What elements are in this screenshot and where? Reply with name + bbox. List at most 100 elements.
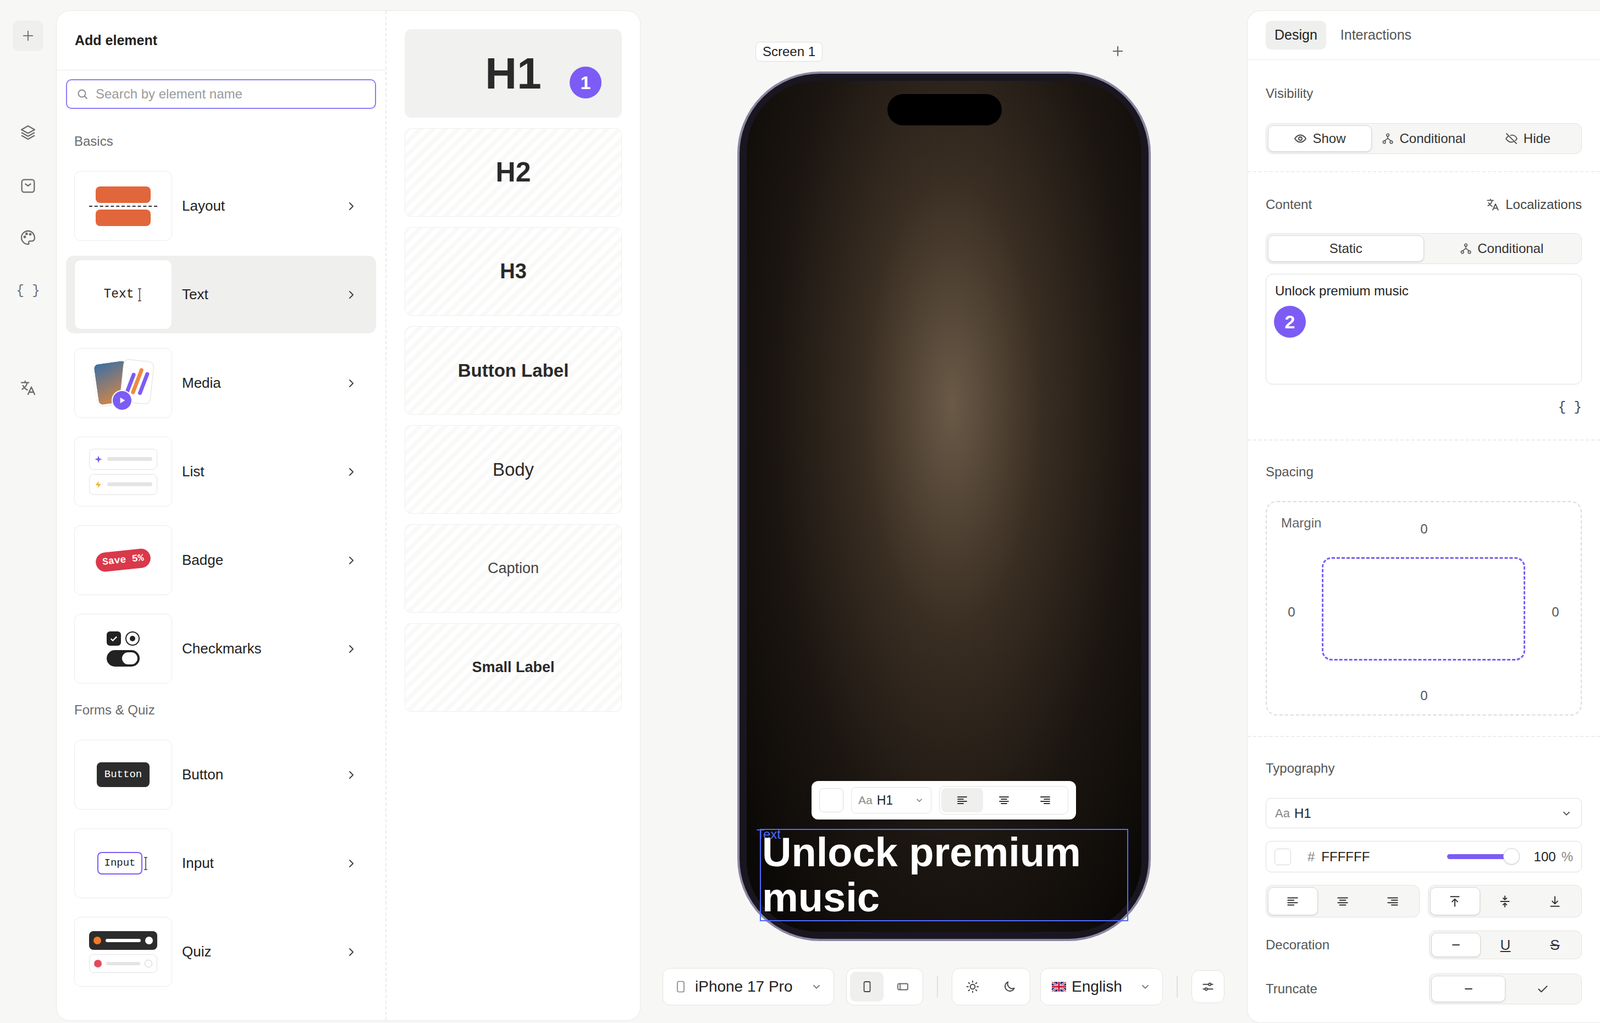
paywall-icon[interactable]	[19, 177, 37, 195]
element-row[interactable]: Quiz	[65, 912, 377, 991]
language-select[interactable]: English	[1040, 967, 1163, 1006]
element-row[interactable]: Media	[65, 344, 377, 422]
variables-button[interactable]: { }	[1558, 397, 1582, 412]
decoration-label: Decoration	[1265, 934, 1330, 955]
visibility-option[interactable]: Hide	[1475, 125, 1580, 152]
align-left-button[interactable]	[941, 787, 984, 813]
screen-label[interactable]: Screen 1	[755, 41, 823, 62]
decoration-button[interactable]: U	[1480, 932, 1531, 957]
search-input[interactable]	[95, 84, 367, 104]
chevron-right-icon	[344, 768, 358, 782]
align-middle-button[interactable]	[1480, 886, 1531, 915]
element-row[interactable]: InputInput	[65, 824, 377, 902]
preview-settings-button[interactable]	[1191, 969, 1225, 1003]
layers-icon[interactable]	[19, 123, 37, 142]
portrait-button[interactable]	[850, 971, 884, 1002]
text-style-label: Body	[492, 455, 534, 484]
thumb-button: Button	[96, 762, 150, 787]
chevron-down-icon	[810, 980, 823, 993]
text-style-card[interactable]: Button Label	[404, 326, 622, 415]
element-row[interactable]: Layout	[65, 167, 377, 245]
align-right-button[interactable]	[1367, 886, 1418, 915]
content-mode-option[interactable]: Conditional	[1424, 235, 1581, 262]
text-cursor-icon	[136, 287, 143, 302]
search-field[interactable]	[65, 79, 377, 109]
text-style-card[interactable]: H11	[404, 29, 622, 118]
dark-theme-button[interactable]	[992, 971, 1028, 1002]
content-textarea[interactable]: Unlock premium music 2	[1265, 273, 1582, 385]
element-row[interactable]: TextText	[65, 255, 377, 334]
element-row[interactable]: Save 5%Badge	[65, 521, 377, 599]
align-top-button[interactable]	[1430, 886, 1481, 915]
chevron-right-icon	[344, 288, 358, 302]
content-mode-option[interactable]: Static	[1267, 235, 1425, 262]
style-dropdown[interactable]: Aa H1	[851, 786, 932, 814]
element-label: Input	[181, 852, 214, 874]
text-cursor-icon	[142, 856, 150, 871]
text-style-card[interactable]: Small Label	[404, 622, 622, 712]
margin-right-value[interactable]: 0	[1549, 602, 1561, 622]
chevron-right-icon	[344, 642, 358, 656]
element-label: Media	[181, 372, 222, 394]
truncate-label: Truncate	[1265, 978, 1318, 999]
theme-group	[951, 967, 1031, 1006]
landscape-icon	[895, 979, 910, 993]
device-select[interactable]: iPhone 17 Pro	[662, 967, 835, 1006]
element-row[interactable]: Checkmarks	[65, 609, 377, 688]
decoration-button[interactable]	[1431, 932, 1481, 957]
decoration-kind	[1449, 938, 1463, 952]
vertical-align-group	[1427, 884, 1582, 918]
translate-icon[interactable]	[19, 378, 37, 397]
align-center-button[interactable]	[1317, 886, 1368, 915]
typography-style-dropdown[interactable]: Aa H1	[1265, 797, 1582, 829]
add-screen-icon[interactable]	[1110, 43, 1126, 59]
inspector-tab[interactable]: Interactions	[1331, 20, 1421, 50]
palette-icon[interactable]	[19, 228, 37, 247]
light-theme-button[interactable]	[955, 971, 991, 1002]
variables-button[interactable]: { }	[15, 282, 40, 300]
visibility-option[interactable]: Conditional	[1371, 125, 1476, 152]
text-style-card[interactable]: Body	[404, 425, 622, 514]
truncate-on-button[interactable]	[1505, 975, 1580, 1002]
text-style-card[interactable]: H3	[404, 227, 622, 316]
truncate-off-button[interactable]	[1431, 975, 1506, 1002]
margin-bottom-value[interactable]: 0	[1418, 685, 1430, 706]
add-button[interactable]	[12, 20, 44, 52]
text-style-card[interactable]: H2	[404, 128, 622, 217]
opacity-fill	[1447, 853, 1518, 859]
phone-icon	[674, 979, 688, 994]
landscape-button[interactable]	[885, 971, 920, 1002]
localizations-button[interactable]: Localizations	[1485, 194, 1582, 215]
inspector-tab[interactable]: Design	[1265, 20, 1327, 50]
color-swatch[interactable]	[1274, 848, 1291, 865]
align-center-button[interactable]	[983, 787, 1025, 813]
decoration-kind: S	[1549, 934, 1560, 956]
chevron-down-icon	[1139, 980, 1152, 993]
color-value[interactable]: FFFFFF	[1321, 846, 1370, 867]
decoration-button[interactable]: S	[1530, 932, 1580, 957]
chevron-right-icon	[344, 856, 358, 870]
text-style-card[interactable]: Caption	[404, 523, 622, 613]
headline-text[interactable]: Unlock premium music	[759, 828, 1129, 921]
portrait-icon	[860, 979, 874, 994]
section-title: Content	[1265, 194, 1312, 215]
step-badge: 2	[1273, 305, 1306, 338]
align-left-icon	[955, 793, 969, 807]
text-style-label: H3	[499, 255, 527, 288]
branch-icon	[1459, 242, 1472, 255]
align-bottom-button[interactable]	[1529, 886, 1580, 915]
align-group	[939, 785, 1069, 815]
color-swatch[interactable]	[819, 787, 844, 813]
align-left-button[interactable]	[1267, 886, 1318, 915]
margin-left-value[interactable]: 0	[1286, 602, 1298, 622]
visibility-option[interactable]: Show	[1267, 125, 1372, 152]
element-row[interactable]: ButtonButton	[65, 735, 377, 814]
element-row[interactable]: List	[65, 432, 377, 511]
align-right-button[interactable]	[1024, 787, 1067, 813]
content-mode-segmented: Static Conditional	[1265, 233, 1582, 264]
text-align-group	[1265, 884, 1420, 918]
visibility-segmented: Show Conditional Hide	[1265, 123, 1582, 154]
opacity-knob[interactable]	[1503, 847, 1520, 865]
margin-top-value[interactable]: 0	[1418, 519, 1430, 539]
opacity-slider[interactable]	[1447, 853, 1518, 859]
